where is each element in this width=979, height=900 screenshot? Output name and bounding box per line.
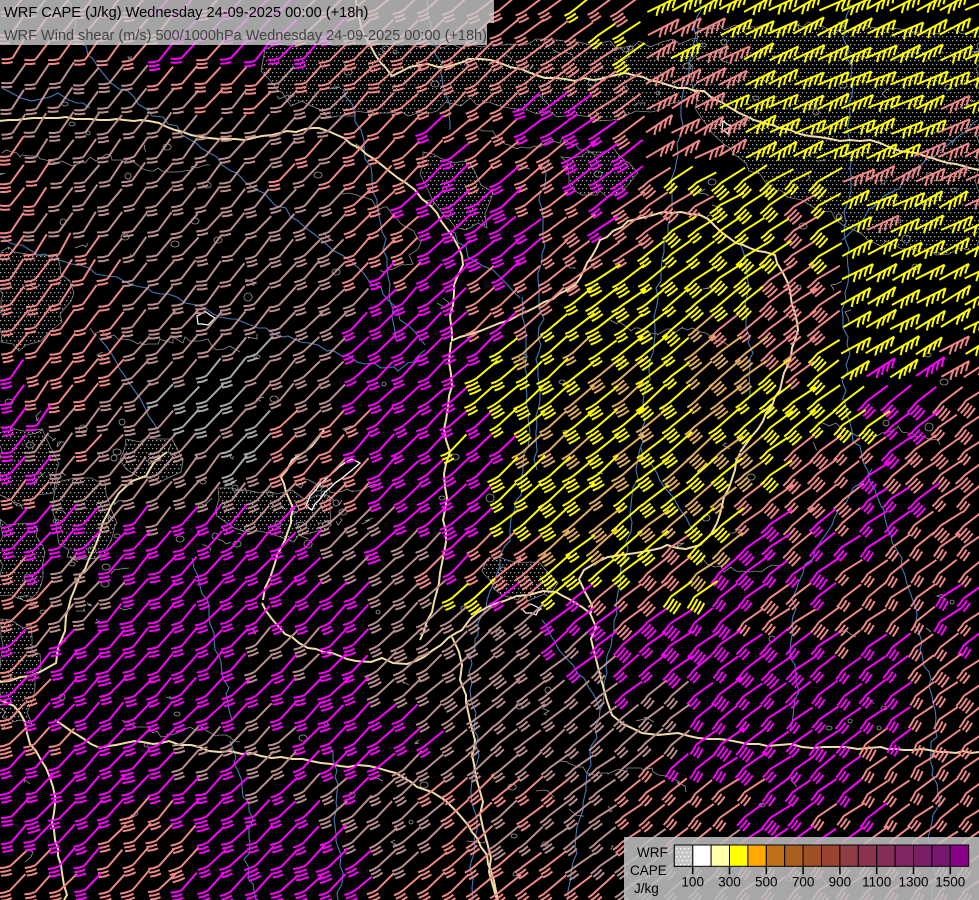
svg-text:300: 300	[718, 874, 741, 889]
svg-text:WRF: WRF	[637, 845, 668, 860]
svg-text:CAPE: CAPE	[630, 863, 667, 878]
svg-text:1500: 1500	[935, 874, 965, 889]
svg-text:100: 100	[681, 874, 704, 889]
svg-text:700: 700	[792, 874, 815, 889]
svg-text:500: 500	[755, 874, 778, 889]
svg-text:1300: 1300	[898, 874, 928, 889]
svg-text:WRF Wind shear (m/s) 500/1000h: WRF Wind shear (m/s) 500/1000hPa Wednesd…	[4, 28, 487, 44]
svg-text:WRF CAPE (J/kg) Wednesday 24-0: WRF CAPE (J/kg) Wednesday 24-09-2025 00:…	[4, 5, 368, 21]
svg-text:J/kg: J/kg	[634, 881, 659, 896]
svg-text:1100: 1100	[862, 874, 891, 889]
svg-text:900: 900	[829, 874, 852, 889]
